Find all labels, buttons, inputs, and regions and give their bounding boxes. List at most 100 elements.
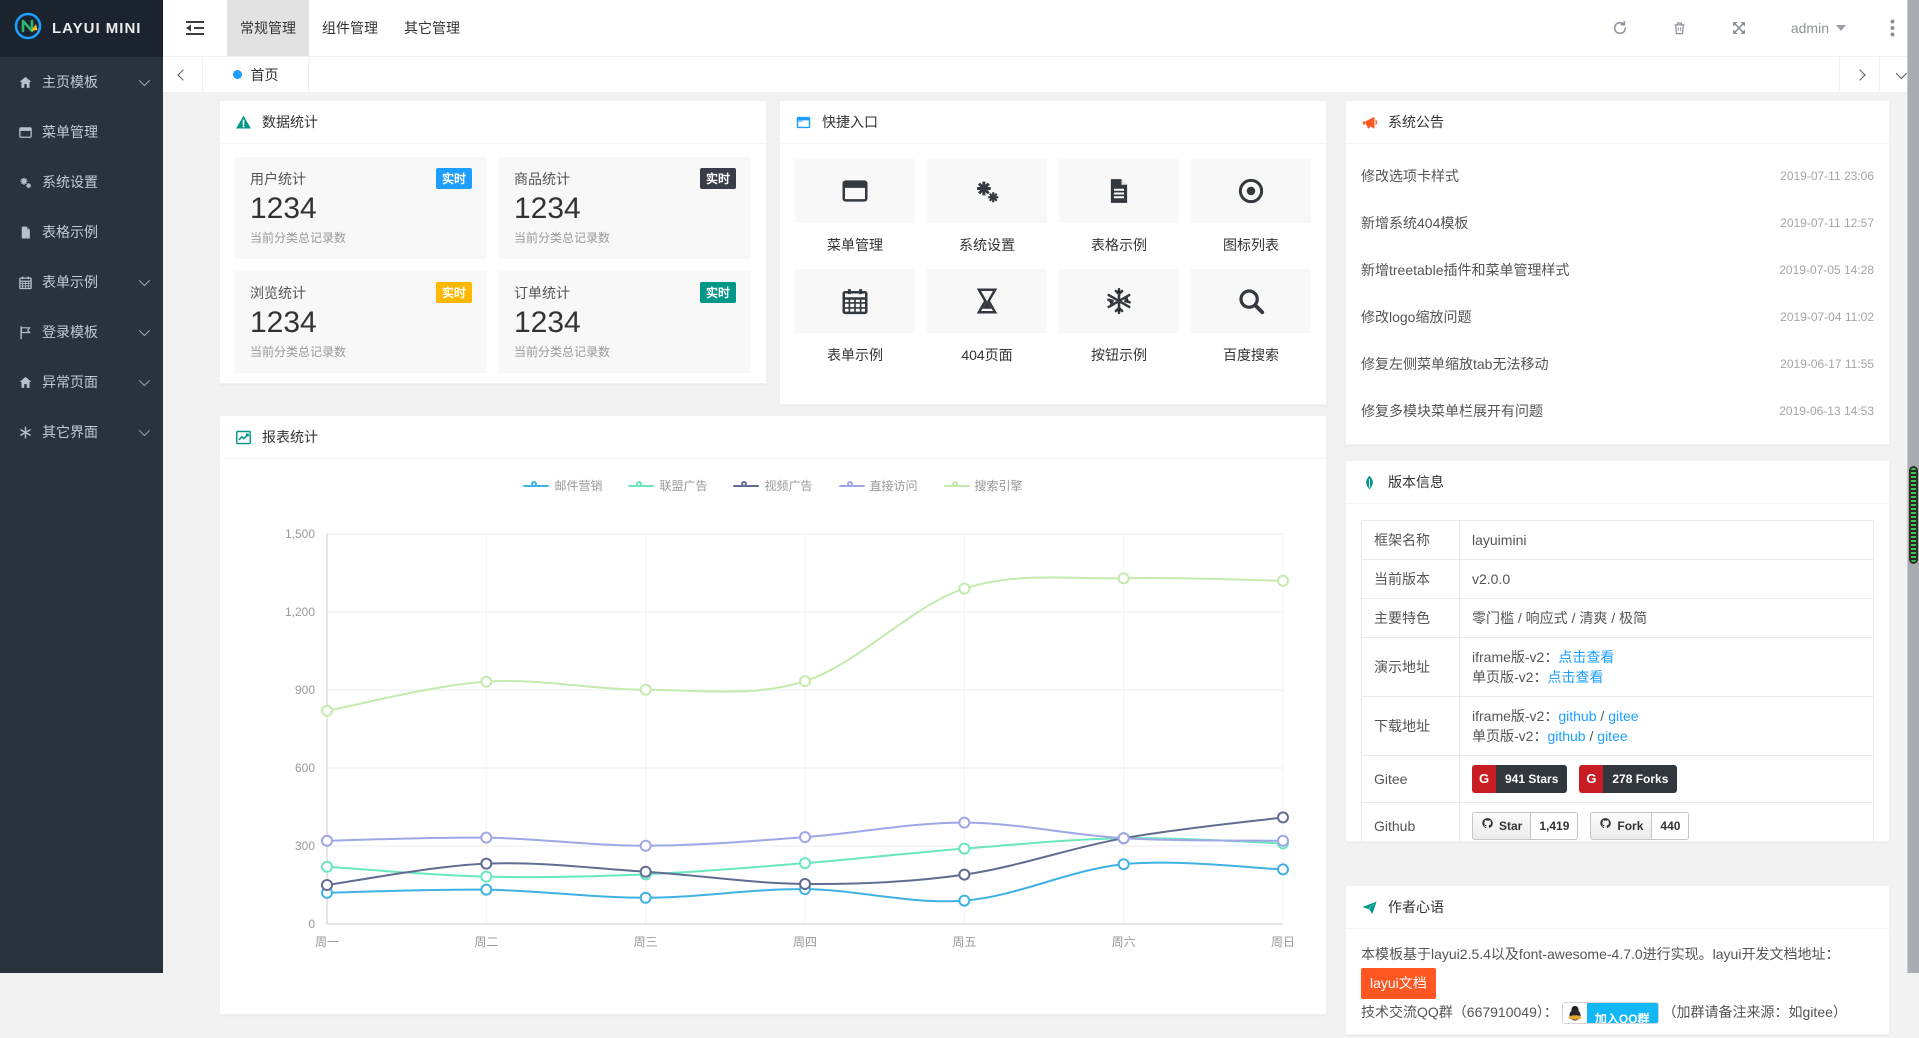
notice-title: 新增系统404模板: [1361, 213, 1468, 233]
notice-title: 新增treetable插件和菜单管理样式: [1361, 260, 1569, 280]
qq-line-prefix: 技术交流QQ群（667910049）：: [1361, 1004, 1558, 1020]
notice-row[interactable]: 新增treetable插件和菜单管理样式2019-07-05 14:28: [1361, 246, 1874, 293]
top-tab-组件管理[interactable]: 组件管理: [309, 0, 391, 56]
version-table: 框架名称layuimini当前版本v2.0.0主要特色零门槛 / 响应式 / 清…: [1361, 520, 1874, 842]
panel-title: 报表统计: [262, 427, 318, 447]
chevron-down-icon: [139, 275, 150, 286]
sidebar-item-其它界面[interactable]: 其它界面: [0, 407, 163, 457]
collapse-sidebar-icon[interactable]: [163, 0, 227, 56]
gitee-badge[interactable]: G278 Forks: [1579, 765, 1677, 793]
leaf-icon: [1361, 474, 1378, 491]
stat-card-value: 1234: [250, 306, 472, 340]
ellipsis-v-icon[interactable]: [1890, 19, 1895, 37]
quick-entry-图标列表[interactable]: 图标列表: [1191, 159, 1311, 255]
stat-card-header: 商品统计实时: [514, 168, 736, 189]
legend-item-邮件营销[interactable]: 邮件营销: [523, 477, 602, 494]
link-gitee[interactable]: gitee: [1597, 728, 1627, 744]
system-notice-panel: 系统公告 修改选项卡样式2019-07-11 23:06新增系统404模板201…: [1345, 100, 1890, 445]
notice-row[interactable]: 修复左侧菜单缩放tab无法移动 2019-06-17 11:55: [1361, 340, 1874, 387]
page-tab-首页[interactable]: 首页: [203, 57, 309, 92]
github-button-label: Fork: [1590, 812, 1652, 840]
trash-icon[interactable]: [1672, 20, 1687, 36]
tab-scroll-right-button[interactable]: [1839, 57, 1879, 92]
quick-entry-label: 图标列表: [1191, 235, 1311, 255]
notice-row[interactable]: 新增系统404模板2019-07-11 12:57: [1361, 199, 1874, 246]
quick-entry-按钮示例[interactable]: 按钮示例: [1059, 269, 1179, 365]
hourglass-icon: [927, 269, 1047, 333]
github-star-button[interactable]: Star1,419: [1472, 812, 1578, 840]
megaphone-icon: [1361, 114, 1378, 131]
top-tab-其它管理[interactable]: 其它管理: [391, 0, 473, 56]
sidebar: LAYUI MINI 主页模板菜单管理系统设置表格示例表单示例登录模板异常页面其…: [0, 0, 163, 973]
panel-title: 快捷入口: [822, 112, 878, 132]
svg-text:周日: 周日: [1271, 935, 1295, 949]
gitee-badge[interactable]: G941 Stars: [1472, 765, 1567, 793]
link-github[interactable]: github: [1547, 728, 1585, 744]
notice-row[interactable]: 修改选项卡样式2019-07-11 23:06: [1361, 152, 1874, 199]
version-row-value: 零门槛 / 响应式 / 清爽 / 极简: [1460, 599, 1874, 638]
sidebar-item-登录模板[interactable]: 登录模板: [0, 307, 163, 357]
version-row-label: Github: [1362, 803, 1460, 843]
sidebar-item-菜单管理[interactable]: 菜单管理: [0, 107, 163, 157]
gears-icon: [18, 175, 42, 190]
legend-item-搜索引擎[interactable]: 搜索引擎: [944, 477, 1023, 494]
octocat-icon: [1599, 816, 1612, 836]
svg-text:900: 900: [295, 683, 315, 697]
sidebar-item-异常页面[interactable]: 异常页面: [0, 357, 163, 407]
top-tab-常规管理[interactable]: 常规管理: [227, 0, 309, 56]
stat-card-desc: 当前分类总记录数: [514, 229, 736, 246]
fullscreen-icon[interactable]: [1731, 20, 1747, 36]
notice-row[interactable]: 修改logo缩放问题2019-07-04 11:02: [1361, 293, 1874, 340]
link-gitee[interactable]: gitee: [1608, 708, 1638, 724]
stat-card-label: 用户统计: [250, 169, 306, 189]
version-row-value: iframe版-v2：github / gitee单页版-v2：github /…: [1460, 697, 1874, 756]
stat-card-用户统计: 用户统计实时1234当前分类总记录数: [235, 157, 487, 259]
user-menu[interactable]: admin: [1791, 20, 1846, 36]
notice-title: 修复左侧菜单缩放tab无法移动: [1361, 354, 1548, 374]
scrollbar-thumb[interactable]: [1909, 466, 1918, 564]
quick-entry-表格示例[interactable]: 表格示例: [1059, 159, 1179, 255]
legend-item-直接访问[interactable]: 直接访问: [839, 477, 918, 494]
stat-card-label: 商品统计: [514, 169, 570, 189]
version-row: Github Star1,419 Fork440: [1362, 803, 1874, 843]
chart-legend: 邮件营销 联盟广告 视频广告 直接访问 搜索引擎: [220, 477, 1326, 494]
report-chart-panel: 报表统计 邮件营销联盟广告视频广告直接访问搜索引擎 03006009001,20…: [219, 415, 1327, 1015]
legend-item-视频广告[interactable]: 视频广告: [733, 477, 812, 494]
snowflake-icon: [1059, 269, 1179, 333]
stat-card-订单统计: 订单统计实时1234当前分类总记录数: [499, 271, 751, 373]
legend-marker-icon: [628, 481, 654, 491]
quick-entry-菜单管理[interactable]: 菜单管理: [795, 159, 915, 255]
link-点击查看[interactable]: 点击查看: [1547, 669, 1603, 685]
stat-card-header: 用户统计 实时: [250, 168, 472, 189]
quick-entry-panel: 快捷入口 菜单管理系统设置表格示例图标列表表单示例404页面按钮示例百度搜索: [779, 100, 1327, 405]
notice-date: 2019-06-13 14:53: [1779, 404, 1874, 418]
quick-entry-系统设置[interactable]: 系统设置: [927, 159, 1047, 255]
stat-card-label: 浏览统计: [250, 283, 306, 303]
home-icon: [18, 75, 42, 90]
join-qq-group-badge[interactable]: 加入QQ群: [1562, 1002, 1659, 1024]
sidebar-item-系统设置[interactable]: 系统设置: [0, 157, 163, 207]
tab-scroll-left-button[interactable]: [163, 57, 203, 92]
header-actions: admin: [1612, 0, 1919, 56]
notice-date: 2019-06-17 11:55: [1780, 357, 1874, 371]
github-fork-button[interactable]: Fork440: [1590, 812, 1689, 840]
legend-marker-icon: [733, 481, 759, 491]
sidebar-item-表格示例[interactable]: 表格示例: [0, 207, 163, 257]
legend-item-联盟广告[interactable]: 联盟广告: [628, 477, 707, 494]
sidebar-item-主页模板[interactable]: 主页模板: [0, 57, 163, 107]
page-scrollbar[interactable]: [1907, 0, 1919, 973]
quick-entry-404页面[interactable]: 404页面: [927, 269, 1047, 365]
sidebar-item-label: 登录模板: [42, 322, 98, 342]
panel-title: 系统公告: [1388, 112, 1444, 132]
svg-text:1,500: 1,500: [285, 527, 315, 541]
stat-cards: 用户统计实时1234当前分类总记录数商品统计实时1234当前分类总记录数浏览统计…: [220, 144, 766, 386]
quick-entry-表单示例[interactable]: 表单示例: [795, 269, 915, 365]
quick-entry-百度搜索[interactable]: 百度搜索: [1191, 269, 1311, 365]
realtime-badge: 实时: [436, 168, 472, 189]
link-点击查看[interactable]: 点击查看: [1558, 649, 1614, 665]
link-github[interactable]: github: [1558, 708, 1596, 724]
refresh-icon[interactable]: [1612, 20, 1628, 36]
sidebar-item-label: 异常页面: [42, 372, 98, 392]
notice-row[interactable]: 修复多模块菜单栏展开有问题2019-06-13 14:53: [1361, 387, 1874, 434]
sidebar-item-表单示例[interactable]: 表单示例: [0, 257, 163, 307]
